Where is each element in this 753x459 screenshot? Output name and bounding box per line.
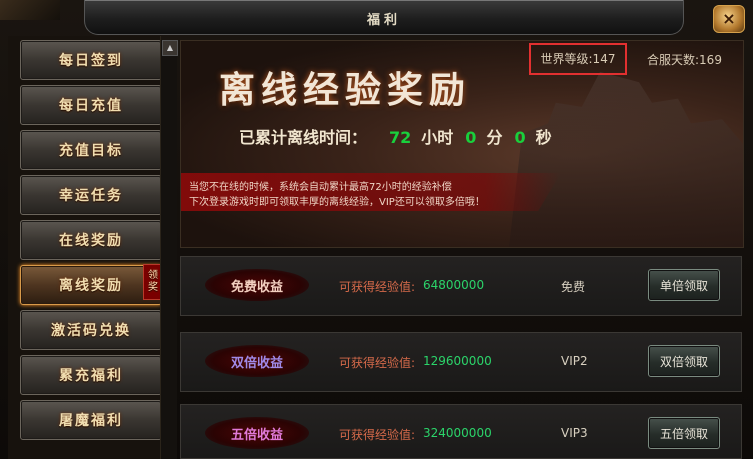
offline-reward-banner: 离线经验奖励 世界等级:147 合服天数:169 已累计离线时间： 72 小时 … [180,40,744,248]
claim-double-button[interactable]: 双倍领取 [648,345,720,377]
exp-value: 324000000 [423,426,492,440]
sidebar-item-daily-recharge[interactable]: 每日充值 [20,85,162,125]
sidebar-item-recharge-target[interactable]: 充值目标 [20,130,162,170]
sidebar-item-lucky-quest[interactable]: 幸运任务 [20,175,162,215]
reward-name: 双倍收益 [205,345,309,377]
requirement: VIP2 [561,354,588,368]
offline-time-label: 已累计离线时间： [239,128,368,147]
info-notice: 当您不在线的时候，系统会自动累计最高72小时的经验补偿 下次登录游戏时即可领取丰… [181,173,561,211]
hours-value: 72 [389,128,412,147]
sidebar-item-label: 屠魔福利 [59,413,123,429]
reward-name-text: 免费收益 [230,279,283,295]
window-ornament [0,0,60,20]
scroll-up-icon[interactable]: ▲ [162,40,178,56]
seconds-value: 0 [514,128,526,147]
sidebar-item-daily-signin[interactable]: 每日签到 [20,40,162,80]
exp-value: 129600000 [423,354,492,368]
sidebar-item-cumulative-recharge[interactable]: 累充福利 [20,355,162,395]
title-bar: 福利 [84,0,684,35]
sidebar-item-label: 每日充值 [59,98,123,114]
requirement: VIP3 [561,426,588,440]
sidebar-item-label: 累充福利 [59,368,123,384]
claim-single-button[interactable]: 单倍领取 [648,269,720,301]
reward-row-five: 五倍收益 可获得经验值: 324000000 VIP3 五倍领取 [180,404,742,459]
offline-time-row: 已累计离线时间： 72 小时 0 分 0 秒 [239,124,552,148]
reward-name: 免费收益 [205,269,309,301]
banner-title: 离线经验奖励 [219,69,472,111]
sidebar-item-demon-slayer[interactable]: 屠魔福利 [20,400,162,440]
requirement: 免费 [561,280,586,294]
game-window: 福利 × 每日签到 每日充值 充值目标 幸运任务 在线奖励 离线奖励 领奖 激活… [0,0,753,459]
sidebar-item-label: 在线奖励 [59,233,123,249]
sidebar-item-label: 幸运任务 [59,188,123,204]
exp-value: 64800000 [423,278,485,292]
sidebar-item-offline-reward[interactable]: 离线奖励 领奖 [20,264,163,305]
hours-unit: 小时 [421,128,454,147]
info-line-1: 当您不在线的时候，系统会自动累计最高72小时的经验补偿 [189,182,452,193]
exp-label: 可获得经验值: [339,428,416,442]
reward-name-text: 五倍收益 [230,427,283,443]
scrollbar[interactable]: ▲ [160,40,178,459]
sidebar-item-online-reward[interactable]: 在线奖励 [20,220,162,260]
server-days-label: 合服天数:169 [647,53,722,67]
reward-name-text: 双倍收益 [230,355,283,371]
minutes-value: 0 [465,128,477,147]
minutes-unit: 分 [486,128,503,147]
close-icon[interactable]: × [713,5,745,33]
info-line-2: 下次登录游戏时即可领取丰厚的离线经验，VIP还可以领取多倍哦！ [189,197,485,208]
reward-row-free: 免费收益 可获得经验值: 64800000 免费 单倍领取 [180,256,742,316]
reward-row-double: 双倍收益 可获得经验值: 129600000 VIP2 双倍领取 [180,332,742,392]
sidebar-item-activation-code[interactable]: 激活码兑换 [20,310,162,350]
window-title: 福利 [366,13,401,28]
seconds-unit: 秒 [535,128,552,147]
exp-label: 可获得经验值: [339,280,416,294]
sidebar-item-label: 激活码兑换 [51,323,131,339]
sidebar-item-label: 每日签到 [59,53,123,69]
world-level-label: 世界等级:147 [529,43,627,75]
reward-name: 五倍收益 [205,417,309,449]
sidebar: 每日签到 每日充值 充值目标 幸运任务 在线奖励 离线奖励 领奖 激活码兑换 累… [8,36,163,459]
exp-label: 可获得经验值: [339,356,416,370]
claim-five-button[interactable]: 五倍领取 [648,417,720,449]
sidebar-item-label: 离线奖励 [59,278,123,294]
sidebar-item-label: 充值目标 [59,143,123,159]
